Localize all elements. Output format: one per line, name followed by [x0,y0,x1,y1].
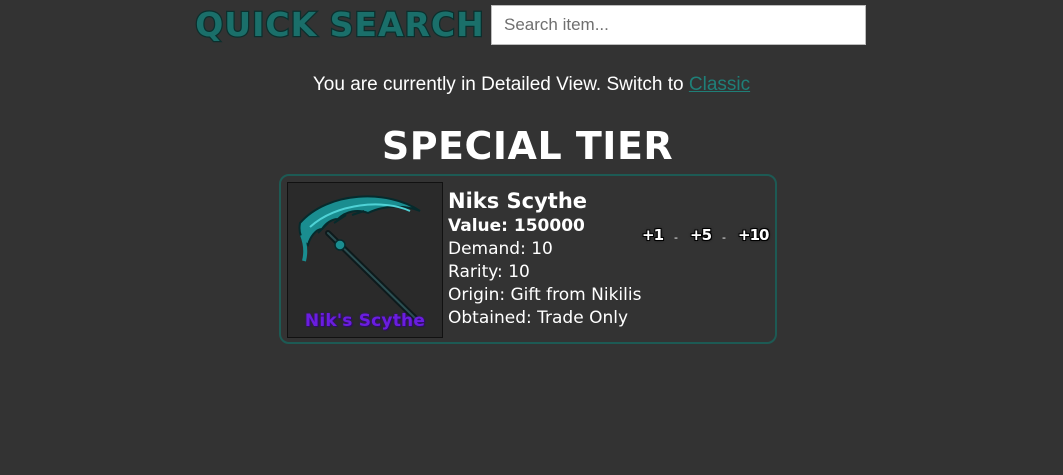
item-value: Value: 150000 [448,216,585,236]
item-origin: Origin: Gift from Nikilis [448,285,642,305]
add-10-button[interactable]: +10 [738,226,769,244]
item-rarity: Rarity: 10 [448,262,530,282]
add-5-button[interactable]: +5 [690,226,712,244]
classic-view-link[interactable]: Classic [689,74,750,95]
search-input[interactable] [491,5,866,45]
view-switch-line: You are currently in Detailed View. Swit… [0,74,1063,96]
view-switch-text: You are currently in Detailed View. Swit… [312,74,684,95]
item-obtained: Obtained: Trade Only [448,308,629,328]
quick-search-logo: QUICK SEARCH [194,4,486,46]
item-info: Niks Scythe Value: 150000 Demand: 10 Rar… [448,188,648,330]
separator: - [674,231,678,244]
page: QUICK SEARCH You are currently in Detail… [0,0,1063,475]
item-demand: Demand: 10 [448,239,553,259]
item-name: Niks Scythe [448,189,588,213]
tier-title: SPECIAL TIER [381,124,674,168]
separator: - [722,231,726,244]
increment-buttons: +1 - +5 - +10 [642,222,769,244]
add-1-button[interactable]: +1 [642,226,664,244]
item-card: Nik's Scythe Niks Scythe Value: 150000 D… [279,174,777,344]
quick-search-logo-text: QUICK SEARCH [195,5,485,44]
item-image: Nik's Scythe [287,182,443,338]
item-image-caption: Nik's Scythe [304,311,426,331]
